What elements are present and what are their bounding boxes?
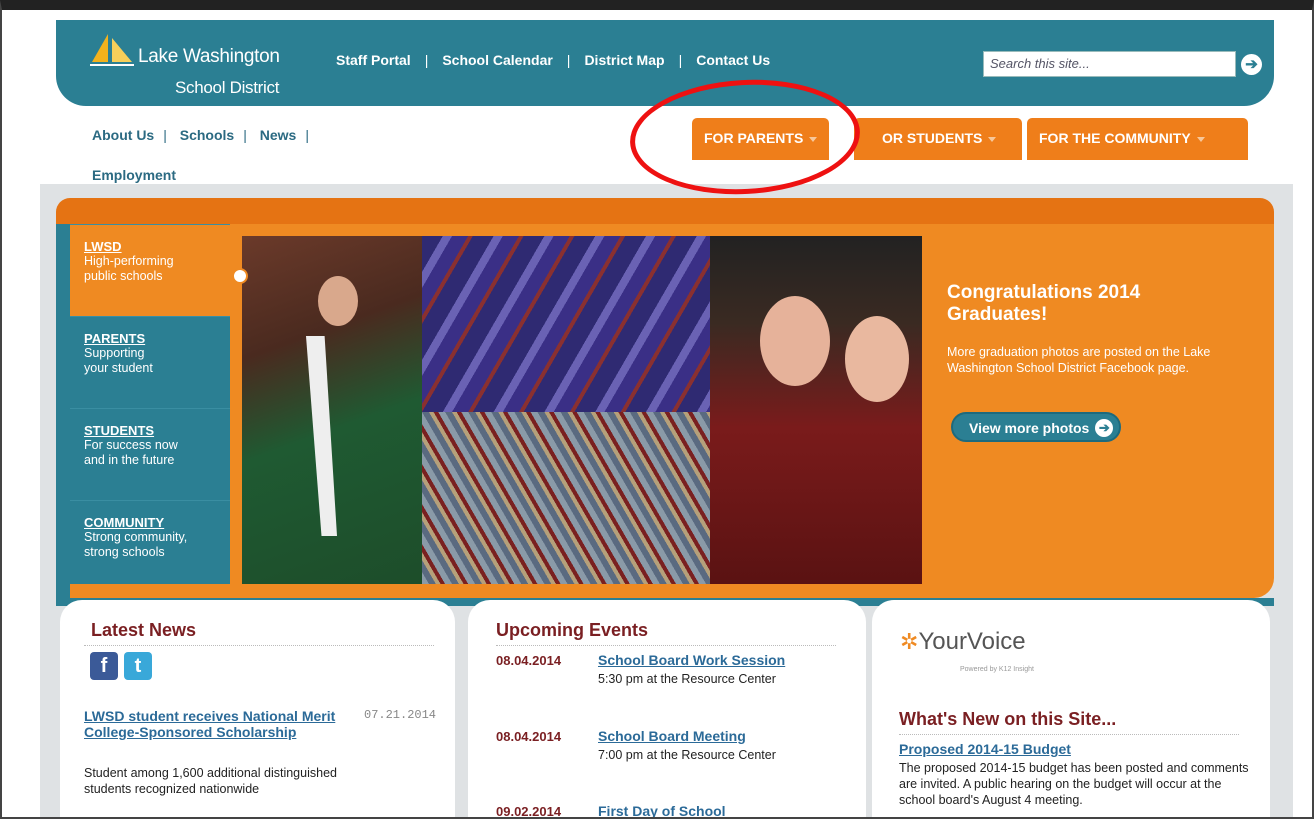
- event-title-link[interactable]: First Day of School: [598, 803, 726, 817]
- graduates-portrait-photo: [710, 236, 922, 584]
- divider: [899, 734, 1239, 735]
- district-logo[interactable]: Lake Washington School District: [88, 32, 288, 97]
- event-subtitle: 5:30 pm at the Resource Center: [598, 672, 776, 686]
- photo-detail: [845, 316, 909, 402]
- yourvoice-label: YourVoice: [918, 628, 1026, 655]
- tab-for-students[interactable]: OR STUDENTS: [854, 118, 1022, 160]
- sidebar-item-parents[interactable]: PARENTS Supporting your student: [70, 316, 230, 408]
- sidebar-text: Supporting: [84, 346, 145, 360]
- arena-crowd-photo: [422, 412, 712, 584]
- sidebar-text: For success now: [84, 438, 178, 452]
- whatsnew-text: The proposed 2014-15 budget has been pos…: [899, 761, 1249, 807]
- nav-news[interactable]: News: [260, 127, 297, 143]
- news-date: 07.21.2014: [364, 708, 437, 722]
- photo-detail: [318, 276, 358, 326]
- arrow-right-icon: ➔: [1095, 419, 1114, 437]
- photo-detail: [306, 336, 337, 536]
- event-subtitle: 7:00 pm at the Resource Center: [598, 748, 776, 762]
- starburst-icon: ✲: [900, 629, 919, 654]
- sailboat-icon: [90, 34, 134, 66]
- twitter-icon[interactable]: t: [124, 652, 152, 680]
- graduation-crowd-photo: [422, 236, 712, 412]
- yourvoice-tagline: Powered by K12 Insight: [960, 666, 1034, 673]
- hero-title: Congratulations 2014 Graduates!: [947, 282, 1140, 326]
- secondary-nav: About Us | Schools | News |: [92, 127, 309, 143]
- news-title: Latest News: [91, 620, 197, 640]
- search-go-icon[interactable]: ➔: [1241, 54, 1262, 75]
- sidebar-heading: COMMUNITY: [84, 515, 165, 530]
- photo-detail: [760, 296, 830, 386]
- news-summary: Student among 1,600 additional distingui…: [84, 766, 337, 796]
- nav-school-calendar[interactable]: School Calendar: [442, 52, 552, 68]
- button-label: View more photos: [969, 420, 1090, 436]
- sidebar-text: strong schools: [84, 545, 165, 559]
- sidebar-heading: PARENTS: [84, 331, 146, 346]
- sidebar-heading: LWSD: [84, 239, 122, 254]
- event-date: 08.04.2014: [496, 729, 562, 744]
- nav-contact-us[interactable]: Contact Us: [696, 52, 770, 68]
- sidebar-text: and in the future: [84, 453, 175, 467]
- slide-indicator-dot[interactable]: [232, 268, 248, 284]
- tab-label: FOR THE COMMUNITY: [1039, 130, 1191, 146]
- event-date: 09.02.2014: [496, 804, 562, 819]
- hero-text: More graduation photos are posted on the…: [947, 345, 1211, 375]
- sidebar-text: public schools: [84, 269, 163, 283]
- news-headline-link[interactable]: LWSD student receives National Merit Col…: [84, 708, 354, 740]
- top-nav: Staff Portal | School Calendar | District …: [336, 52, 771, 68]
- sidebar-heading: STUDENTS: [84, 423, 155, 438]
- nav-schools[interactable]: Schools: [180, 127, 234, 143]
- event-title-link[interactable]: School Board Work Session: [598, 652, 785, 668]
- sidebar-item-lwsd[interactable]: LWSD High-performing public schools: [70, 224, 230, 316]
- nav-district-map[interactable]: District Map: [584, 52, 664, 68]
- search-input[interactable]: Search this site...: [983, 51, 1236, 77]
- yourvoice-logo[interactable]: ✲YourVoice: [900, 628, 1026, 656]
- browser-frame: Lake Washington School District Staff Po…: [0, 0, 1314, 819]
- sidebar-item-community[interactable]: COMMUNITY Strong community, strong schoo…: [70, 500, 230, 584]
- logo-line2: School District: [175, 78, 280, 97]
- whatsnew-link[interactable]: Proposed 2014-15 Budget: [899, 741, 1071, 757]
- facebook-icon[interactable]: f: [90, 652, 118, 680]
- nav-staff-portal[interactable]: Staff Portal: [336, 52, 411, 68]
- caret-down-icon: [1196, 136, 1205, 142]
- nav-about-us[interactable]: About Us: [92, 127, 154, 143]
- divider: [496, 645, 836, 646]
- divider: [84, 645, 434, 646]
- hero-left-band: [56, 224, 70, 598]
- logo-line1: Lake Washington: [138, 46, 280, 67]
- caret-down-icon: [988, 136, 997, 142]
- graduate-photo-1: [242, 236, 422, 584]
- sidebar-item-students[interactable]: STUDENTS For success now and in the futu…: [70, 408, 230, 500]
- tab-label: OR STUDENTS: [882, 130, 983, 146]
- sidebar-text: High-performing: [84, 254, 174, 268]
- nav-employment[interactable]: Employment: [92, 167, 176, 183]
- event-title-link[interactable]: School Board Meeting: [598, 728, 746, 744]
- events-title: Upcoming Events: [496, 620, 649, 640]
- hero-title-line: Congratulations 2014: [947, 282, 1141, 303]
- hero-top-bar: [56, 198, 1274, 224]
- event-date: 08.04.2014: [496, 653, 562, 668]
- hero-title-line: Graduates!: [947, 304, 1048, 325]
- view-more-photos-button[interactable]: View more photos ➔: [951, 412, 1122, 442]
- sidebar-text: Strong community,: [84, 530, 188, 544]
- sidebar-text: your student: [84, 361, 153, 375]
- whatsnew-title: What's New on this Site...: [899, 709, 1117, 729]
- tab-for-community[interactable]: FOR THE COMMUNITY: [1027, 118, 1248, 160]
